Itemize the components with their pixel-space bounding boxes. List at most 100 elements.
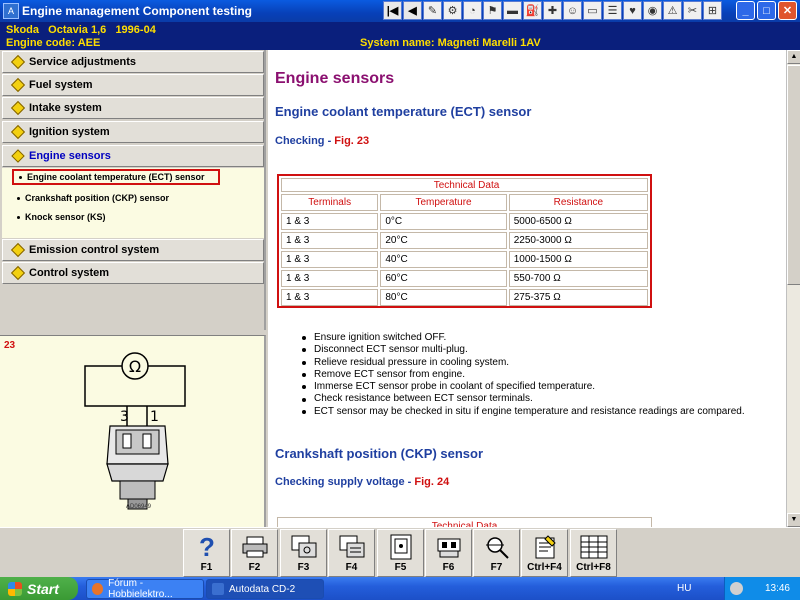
procedure-list: Ensure ignition switched OFF. Disconnect… <box>288 332 745 418</box>
sub-item-knock-sensor[interactable]: Knock sensor (KS) <box>12 209 106 225</box>
language-indicator[interactable]: HU <box>677 583 691 594</box>
tool-icon-8[interactable]: ☺ <box>563 1 582 20</box>
arrow-icon <box>10 242 26 258</box>
arrow-icon <box>10 265 26 281</box>
scroll-up-icon[interactable]: ▲ <box>787 50 800 64</box>
tool-icon-4[interactable]: ⚑ <box>483 1 502 20</box>
app-icon: A <box>3 3 19 19</box>
f6-button[interactable]: F6 <box>425 529 472 577</box>
sub-item-label: Crankshaft position (CKP) sensor <box>25 193 170 203</box>
minimize-button[interactable]: _ <box>736 1 755 20</box>
tool-icon-3[interactable]: ◔ <box>463 1 482 20</box>
ctrl-f8-button[interactable]: Ctrl+F8 <box>570 529 617 577</box>
tool-icon-14[interactable]: ✂ <box>683 1 702 20</box>
sidebar-item-ignition-system[interactable]: Ignition system <box>2 121 264 143</box>
bullet-icon <box>302 348 306 353</box>
system-tray: HU 13:46 <box>677 577 800 600</box>
sub-item-label: Engine coolant temperature (ECT) sensor <box>27 172 205 182</box>
task-label: Autodata CD-2 <box>229 583 296 595</box>
tool-icon-6[interactable]: ⛽ <box>523 1 542 20</box>
table-cell: 550-700 Ω <box>508 270 648 287</box>
table-row: 1 & 3 0°C 5000-6500 Ω <box>281 213 648 230</box>
sub-item-label: Knock sensor (KS) <box>25 212 106 222</box>
scroll-thumb[interactable] <box>787 65 800 285</box>
tool-icon-1[interactable]: ✎ <box>423 1 442 20</box>
title-bar: A Engine management Component testing |◀… <box>0 0 800 22</box>
f2-print-button[interactable]: F2 <box>231 529 278 577</box>
tool-icon-12[interactable]: ◉ <box>643 1 662 20</box>
f7-button[interactable]: F7 <box>473 529 520 577</box>
maximize-button[interactable]: □ <box>757 1 776 20</box>
tool-icon-11[interactable]: ♥ <box>623 1 642 20</box>
section-title-ect: Engine coolant temperature (ECT) sensor <box>275 104 532 119</box>
tool-icon-15[interactable]: ⊞ <box>703 1 722 20</box>
table-row: 1 & 3 20°C 2250-3000 Ω <box>281 232 648 249</box>
sidebar-item-service-adjustments[interactable]: Service adjustments <box>2 51 264 73</box>
first-page-icon[interactable]: |◀ <box>383 1 402 20</box>
pin-1-label: 1 <box>150 409 159 425</box>
table-cell: 20°C <box>380 232 507 249</box>
table-caption: Technical Data <box>431 521 498 527</box>
table-header: Terminals <box>281 194 379 211</box>
start-button[interactable]: Start <box>0 577 78 600</box>
fkey-label: F7 <box>490 562 503 573</box>
list-item: Ensure ignition switched OFF. <box>288 332 745 344</box>
probe-icon <box>483 533 511 561</box>
sidebar-item-label: Intake system <box>29 102 102 114</box>
tool-icon-10[interactable]: ☰ <box>603 1 622 20</box>
list-item: Remove ECT sensor from engine. <box>288 369 745 381</box>
tray-icon[interactable] <box>730 582 743 595</box>
f5-button[interactable]: F5 <box>377 529 424 577</box>
tool-icon-13[interactable]: ⚠ <box>663 1 682 20</box>
table-cell: 1 & 3 <box>281 213 379 230</box>
taskbar: Start Fórum - Hobbielektro... Autodata C… <box>0 577 800 600</box>
sidebar-item-control-system[interactable]: Control system <box>2 262 264 284</box>
table-cell: 0°C <box>380 213 507 230</box>
page-title: Engine sensors <box>275 70 395 87</box>
sidebar-item-intake-system[interactable]: Intake system <box>2 97 264 119</box>
table-cell: 1 & 3 <box>281 270 379 287</box>
scroll-down-icon[interactable]: ▼ <box>787 513 800 527</box>
checking-label: Checking <box>275 135 325 147</box>
tool-icon-7[interactable]: ✚ <box>543 1 562 20</box>
fkey-label: F2 <box>248 562 261 573</box>
ctrl-f4-button[interactable]: Ctrl+F4 <box>521 529 568 577</box>
table-row: 1 & 3 60°C 550-700 Ω <box>281 270 648 287</box>
sidebar-item-fuel-system[interactable]: Fuel system <box>2 74 264 96</box>
vehicle-make-model: Skoda Octavia 1,6 1996-04 <box>6 24 156 36</box>
notes-icon <box>531 533 559 561</box>
sub-item-ect-sensor[interactable]: Engine coolant temperature (ECT) sensor <box>12 169 220 185</box>
technical-data-table-2: Technical Data <box>277 517 652 527</box>
vertical-scrollbar[interactable]: ▲ ▼ <box>786 50 800 527</box>
taskbar-item-autodata[interactable]: Autodata CD-2 <box>206 579 324 599</box>
figure-link[interactable]: Fig. 24 <box>414 476 449 488</box>
function-key-bar: ? F1 F2 F3 F4 F5 F6 F7 Ctrl+F4 Ctrl+F8 <box>0 527 800 577</box>
engine-code: Engine code: AEE <box>6 37 101 49</box>
taskbar-item-forum[interactable]: Fórum - Hobbielektro... <box>86 578 204 600</box>
arrow-icon <box>10 77 26 93</box>
arrow-icon <box>10 124 26 140</box>
tool-icon-2[interactable]: ⚙ <box>443 1 462 20</box>
table-row: 1 & 3 40°C 1000-1500 Ω <box>281 251 648 268</box>
prev-page-icon[interactable]: ◀ <box>403 1 422 20</box>
table-cell: 1000-1500 Ω <box>508 251 648 268</box>
f1-help-button[interactable]: ? F1 <box>183 529 230 577</box>
checking-label: Checking supply voltage <box>275 476 405 488</box>
tool-icon-5[interactable]: ▬ <box>503 1 522 20</box>
f4-button[interactable]: F4 <box>328 529 375 577</box>
sidebar-item-engine-sensors[interactable]: Engine sensors <box>2 145 264 167</box>
sidebar-item-emission-control[interactable]: Emission control system <box>2 239 264 261</box>
close-button[interactable]: ✕ <box>778 1 797 20</box>
fkey-label: F5 <box>394 562 407 573</box>
bullet-icon <box>302 409 306 414</box>
sidebar-item-label: Service adjustments <box>29 56 136 68</box>
arrow-icon <box>10 54 26 70</box>
component-icon <box>290 533 318 561</box>
tool-icon-9[interactable]: ▭ <box>583 1 602 20</box>
checking-separator: - <box>324 135 335 147</box>
engine-sensors-subpanel: Engine coolant temperature (ECT) sensor … <box>2 168 264 238</box>
list-item: Check resistance between ECT sensor term… <box>288 393 745 405</box>
figure-link[interactable]: Fig. 23 <box>334 135 369 147</box>
f3-button[interactable]: F3 <box>280 529 327 577</box>
sub-item-ckp-sensor[interactable]: Crankshaft position (CKP) sensor <box>12 190 169 206</box>
